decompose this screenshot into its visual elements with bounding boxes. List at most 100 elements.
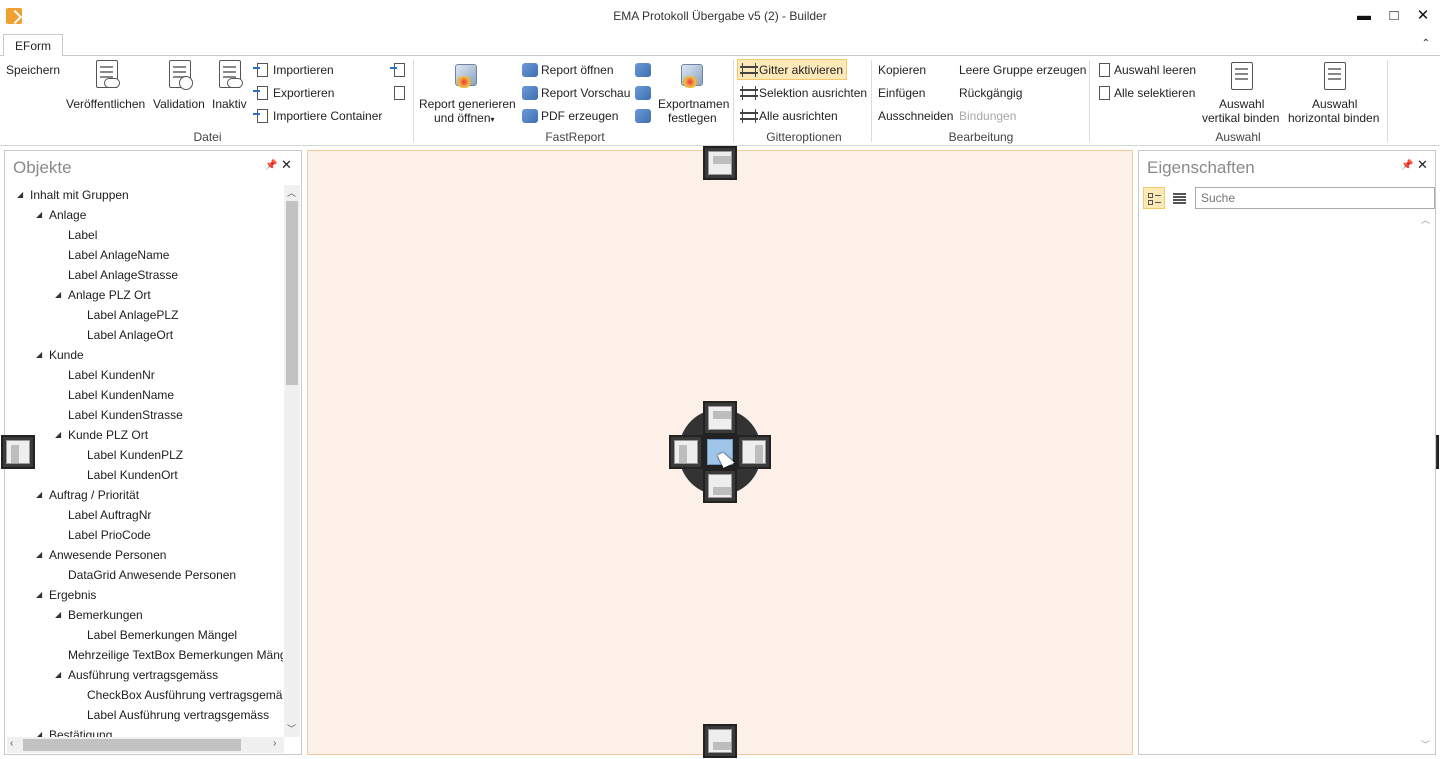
report-generate-button[interactable]: Report generieren (419, 97, 516, 111)
properties-panel-close-icon[interactable]: ✕ (1417, 157, 1428, 173)
inactive-button[interactable]: Inaktiv (212, 97, 247, 111)
select-all-button[interactable]: Alle selektieren (1114, 86, 1195, 100)
expand-toggle-icon[interactable]: ◢ (36, 345, 42, 365)
empty-group-button[interactable]: Leere Gruppe erzeugen (959, 63, 1086, 77)
expand-toggle-icon[interactable]: ◢ (55, 665, 61, 685)
fastreport-extra-icon-2[interactable] (635, 86, 651, 100)
report-generate-label2: und öffnen (434, 111, 491, 125)
export-button[interactable]: Exportieren (273, 86, 334, 100)
save-button[interactable]: Speichern (6, 63, 60, 77)
clear-selection-button[interactable]: Auswahl leeren (1114, 63, 1196, 77)
undo-button[interactable]: Rückgängig (959, 86, 1022, 100)
pin-icon[interactable]: 📌 (1401, 160, 1413, 171)
object-tree[interactable]: ◢ Inhalt mit Gruppen ◢ Anlage Label Label Anl… (7, 185, 283, 737)
tree-node-label: Label (68, 228, 98, 242)
maximize-button[interactable]: □ (1382, 4, 1406, 26)
scroll-up-icon[interactable]: ︿ (1421, 213, 1430, 226)
dock-left-indicator[interactable] (1, 435, 35, 469)
import-container-icon (253, 109, 269, 123)
scroll-right-icon[interactable]: › (273, 738, 276, 749)
import-button[interactable]: Importieren (273, 63, 334, 77)
paste-button[interactable]: Einfügen (878, 86, 925, 100)
align-all-button[interactable]: Alle ausrichten (759, 109, 838, 123)
align-selection-button[interactable]: Selektion ausrichten (759, 86, 867, 100)
dock-bottom-indicator[interactable] (703, 724, 737, 758)
cut-button[interactable]: Ausschneiden (878, 109, 953, 123)
fastreport-extra-icon-3[interactable] (635, 109, 651, 123)
tree-node-label: Label AnlageOrt (87, 328, 174, 342)
expand-toggle-icon[interactable]: ◢ (36, 485, 42, 505)
expand-toggle-icon[interactable]: ◢ (55, 425, 61, 445)
tree-node-label: Ergebnis (49, 588, 97, 602)
categorized-view-icon[interactable] (1143, 187, 1165, 209)
fastreport-extra-icon-1[interactable] (635, 63, 651, 77)
ribbon-separator (871, 60, 872, 142)
group-label-fastreport: FastReport (545, 130, 605, 144)
objects-panel-title: Objekte (13, 158, 72, 177)
bind-vertical-line2[interactable]: vertikal binden (1202, 111, 1279, 125)
tree-node-label: Label AnlageName (68, 248, 170, 262)
scroll-thumb[interactable] (23, 739, 241, 751)
import-container-button[interactable]: Importiere Container (273, 109, 382, 123)
alphabetical-view-icon[interactable] (1169, 187, 1191, 209)
grid-activate-button[interactable]: Gitter aktivieren (759, 63, 843, 77)
objects-panel: Objekte 📌 ✕ ◢ Inhalt mit Gruppen ◢ Anlage La… (4, 150, 302, 755)
scroll-up-icon[interactable]: ︿ (287, 186, 296, 199)
align-all-icon (740, 109, 758, 123)
dock-compass-bottom[interactable] (703, 469, 737, 503)
publish-button[interactable]: Veröffentlichen (66, 97, 145, 111)
expand-toggle-icon[interactable]: ◢ (36, 205, 42, 225)
tree-node-label: Label KundenPLZ (87, 448, 184, 462)
dock-compass-top[interactable] (703, 401, 737, 435)
expand-toggle-icon[interactable]: ◢ (55, 285, 61, 305)
collapse-ribbon-button[interactable]: ⌃ (1422, 38, 1430, 49)
ribbon-tab-row: EForm ⌃ (0, 32, 1440, 57)
expand-toggle-icon[interactable]: ◢ (17, 185, 23, 205)
minimize-button[interactable]: ▬ (1352, 4, 1376, 26)
tree-node-label: Label AuftragNr (68, 508, 152, 522)
tab-eform[interactable]: EForm (3, 34, 63, 57)
extra-document-icon[interactable] (392, 86, 406, 100)
report-preview-button[interactable]: Report Vorschau (541, 86, 630, 100)
expand-toggle-icon[interactable]: ◢ (36, 545, 42, 565)
dock-compass-right[interactable] (737, 435, 771, 469)
scroll-down-icon[interactable]: ﹀ (1421, 738, 1430, 751)
tree-horizontal-scrollbar[interactable]: ‹ › (7, 737, 284, 753)
tree-node-label: Label Bemerkungen Mängel (87, 628, 238, 642)
scroll-thumb[interactable] (286, 201, 298, 385)
objects-panel-close-icon[interactable]: ✕ (281, 157, 292, 173)
exportnames-button[interactable]: Exportnamen (658, 97, 729, 111)
bind-horizontal-line2[interactable]: horizontal binden (1288, 111, 1379, 125)
tree-node-label: CheckBox Ausführung vertragsgemäs (87, 688, 283, 702)
pdf-button[interactable]: PDF erzeugen (541, 109, 618, 123)
scroll-down-icon[interactable]: ﹀ (287, 722, 296, 735)
bind-vertical-button[interactable]: Auswahl (1219, 97, 1264, 111)
validation-button[interactable]: Validation (153, 97, 205, 111)
tree-node-label: Bestätigung (49, 728, 113, 737)
tree-node-label: Bemerkungen (68, 608, 143, 622)
report-generate-line2[interactable]: und öffnen▾ (434, 111, 495, 125)
close-button[interactable]: ✕ (1411, 4, 1435, 26)
clear-selection-icon (1097, 63, 1111, 77)
dock-top-indicator[interactable] (703, 146, 737, 180)
properties-grid[interactable] (1141, 213, 1433, 753)
grid-icon (740, 63, 758, 77)
extra-import-icon[interactable] (390, 63, 406, 77)
pin-icon[interactable]: 📌 (265, 160, 277, 171)
expand-toggle-icon[interactable]: ◢ (55, 605, 61, 625)
properties-scrollbar[interactable]: ︿ ﹀ (1419, 213, 1433, 753)
tree-vertical-scrollbar[interactable]: ︿ ﹀ (284, 185, 300, 737)
bind-horizontal-button[interactable]: Auswahl (1312, 97, 1357, 111)
bindings-button[interactable]: Bindungen (959, 109, 1016, 123)
scroll-left-icon[interactable]: ‹ (10, 738, 13, 749)
copy-button[interactable]: Kopieren (878, 63, 926, 77)
expand-toggle-icon[interactable]: ◢ (36, 725, 42, 737)
expand-toggle-icon[interactable]: ◢ (36, 585, 42, 605)
exportnames-line2[interactable]: festlegen (668, 111, 717, 125)
properties-panel-title: Eigenschaften (1147, 158, 1255, 177)
tree-node-label: Label KundenName (68, 388, 175, 402)
dock-compass-left[interactable] (669, 435, 703, 469)
report-open-button[interactable]: Report öffnen (541, 63, 614, 77)
properties-search-input[interactable] (1195, 187, 1435, 209)
tree-node-label: Label KundenOrt (87, 468, 178, 482)
